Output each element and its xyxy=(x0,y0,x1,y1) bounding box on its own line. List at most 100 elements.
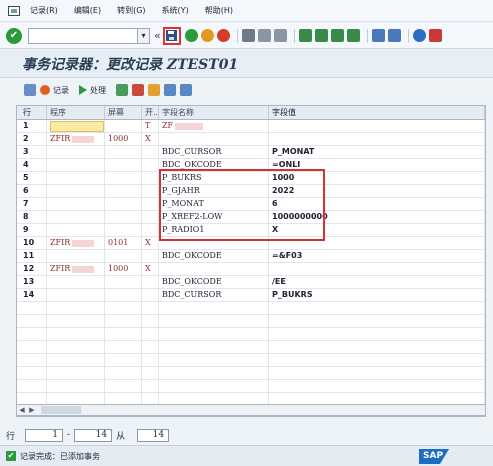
screen-cell[interactable] xyxy=(105,120,142,132)
col-start[interactable]: 开... xyxy=(142,106,159,119)
table-row[interactable]: 1 T ZF xyxy=(17,120,485,133)
window-menu-icon[interactable] xyxy=(8,5,20,16)
field-name-cell[interactable]: P_BUKRS xyxy=(159,172,269,184)
screen-cell[interactable] xyxy=(105,289,142,301)
start-cell[interactable] xyxy=(142,224,159,236)
field-value-cell[interactable]: 1000000000 xyxy=(269,211,485,223)
field-name-cell[interactable]: BDC_OKCODE xyxy=(159,250,269,262)
field-value-cell[interactable]: 2022 xyxy=(269,185,485,197)
new-session-icon[interactable] xyxy=(371,29,385,42)
field-value-cell[interactable] xyxy=(269,237,485,249)
command-history-dropdown[interactable]: ▾ xyxy=(138,27,150,44)
field-name-cell[interactable]: ZF xyxy=(159,120,269,132)
start-cell[interactable] xyxy=(142,276,159,288)
row-to-field[interactable]: 14 xyxy=(74,428,113,442)
find-next-icon[interactable] xyxy=(273,29,287,42)
table-row[interactable]: 4 BDC_OKCODE =ONLI xyxy=(17,159,485,172)
field-value-cell[interactable]: =ONLI xyxy=(269,159,485,171)
row-number[interactable]: 13 xyxy=(17,276,47,288)
screen-cell[interactable]: 0101 xyxy=(105,237,142,249)
field-name-cell[interactable]: P_MONAT xyxy=(159,198,269,210)
screen-cell[interactable] xyxy=(105,172,142,184)
field-name-cell[interactable]: P_RADIO1 xyxy=(159,224,269,236)
start-cell[interactable] xyxy=(142,146,159,158)
row-number[interactable]: 6 xyxy=(17,185,47,197)
last-page-icon[interactable] xyxy=(346,29,360,42)
row-number[interactable]: 2 xyxy=(17,133,47,145)
table-row[interactable]: 6 P_GJAHR 2022 xyxy=(17,185,485,198)
table-row[interactable]: 11 BDC_OKCODE =&F03 xyxy=(17,250,485,263)
scroll-left-icon[interactable]: ◀ xyxy=(17,406,27,414)
program-cell[interactable] xyxy=(47,224,105,236)
field-name-cell[interactable] xyxy=(159,263,269,275)
save-button[interactable] xyxy=(162,26,181,45)
field-value-cell[interactable]: 6 xyxy=(269,198,485,210)
program-cell[interactable]: ZFIR xyxy=(47,133,105,145)
field-value-cell[interactable]: P_BUKRS xyxy=(269,289,485,301)
record-button[interactable]: 记录 xyxy=(40,85,69,96)
field-value-cell[interactable]: 1000 xyxy=(269,172,485,184)
col-field-value[interactable]: 字段值 xyxy=(269,106,485,119)
row-number[interactable]: 11 xyxy=(17,250,47,262)
scroll-right-icon[interactable]: ▶ xyxy=(27,406,37,414)
screen-cell[interactable]: 1000 xyxy=(105,263,142,275)
table-row[interactable]: 10 ZFIR 0101 X xyxy=(17,237,485,250)
table-row[interactable]: 12 ZFIR 1000 X xyxy=(17,263,485,276)
start-cell[interactable] xyxy=(142,185,159,197)
table-row[interactable]: 7 P_MONAT 6 xyxy=(17,198,485,211)
program-cell[interactable] xyxy=(47,185,105,197)
field-name-cell[interactable]: BDC_OKCODE xyxy=(159,159,269,171)
table-row[interactable]: 8 P_XREF2-LOW 1000000000 xyxy=(17,211,485,224)
field-value-cell[interactable]: X xyxy=(269,224,485,236)
menu-goto[interactable]: 转到(G) xyxy=(117,5,145,16)
table-row[interactable]: 3 BDC_CURSOR P_MONAT xyxy=(17,146,485,159)
program-cell[interactable]: ZFIR xyxy=(47,237,105,249)
table-row[interactable]: 5 P_BUKRS 1000 xyxy=(17,172,485,185)
start-cell[interactable] xyxy=(142,198,159,210)
screen-cell[interactable]: 1000 xyxy=(105,133,142,145)
scroll-thumb[interactable] xyxy=(41,406,81,414)
start-cell[interactable]: X xyxy=(142,237,159,249)
row-number[interactable]: 4 xyxy=(17,159,47,171)
table-row[interactable]: 2 ZFIR 1000 X xyxy=(17,133,485,146)
find-icon[interactable] xyxy=(257,29,271,42)
collapse-command-icon[interactable]: « xyxy=(154,29,161,42)
row-number[interactable]: 5 xyxy=(17,172,47,184)
row-number[interactable]: 10 xyxy=(17,237,47,249)
program-cell[interactable] xyxy=(47,146,105,158)
row-number[interactable]: 9 xyxy=(17,224,47,236)
program-cell[interactable] xyxy=(47,172,105,184)
row-number[interactable]: 8 xyxy=(17,211,47,223)
program-cell[interactable] xyxy=(47,159,105,171)
field-name-cell[interactable] xyxy=(159,237,269,249)
field-value-cell[interactable]: /EE xyxy=(269,276,485,288)
row-number[interactable]: 14 xyxy=(17,289,47,301)
col-screen[interactable]: 屏幕 xyxy=(105,106,142,119)
field-value-cell[interactable] xyxy=(269,120,485,132)
screen-cell[interactable] xyxy=(105,250,142,262)
start-cell[interactable] xyxy=(142,211,159,223)
paste-icon[interactable] xyxy=(180,84,192,96)
start-cell[interactable] xyxy=(142,250,159,262)
start-cell[interactable]: T xyxy=(142,120,159,132)
delete-row-icon[interactable] xyxy=(132,84,144,96)
program-cell[interactable] xyxy=(47,211,105,223)
shortcut-icon[interactable] xyxy=(387,29,401,42)
display-icon[interactable] xyxy=(24,84,36,96)
help-icon[interactable] xyxy=(412,29,426,42)
prev-page-icon[interactable] xyxy=(314,29,328,42)
col-program[interactable]: 程序 xyxy=(47,106,105,119)
col-row[interactable]: 行 xyxy=(17,106,47,119)
start-cell[interactable]: X xyxy=(142,133,159,145)
exit-icon[interactable] xyxy=(200,29,214,42)
layout-icon[interactable] xyxy=(428,29,442,42)
program-cell[interactable] xyxy=(47,198,105,210)
copy-icon[interactable] xyxy=(164,84,176,96)
row-number[interactable]: 1 xyxy=(17,120,47,132)
field-value-cell[interactable]: P_MONAT xyxy=(269,146,485,158)
program-cell[interactable]: ZFIR xyxy=(47,263,105,275)
col-field-name[interactable]: 字段名称 xyxy=(159,106,269,119)
table-row[interactable]: 14 BDC_CURSOR P_BUKRS xyxy=(17,289,485,302)
cancel-icon[interactable] xyxy=(216,29,230,42)
table-row[interactable]: 9 P_RADIO1 X xyxy=(17,224,485,237)
